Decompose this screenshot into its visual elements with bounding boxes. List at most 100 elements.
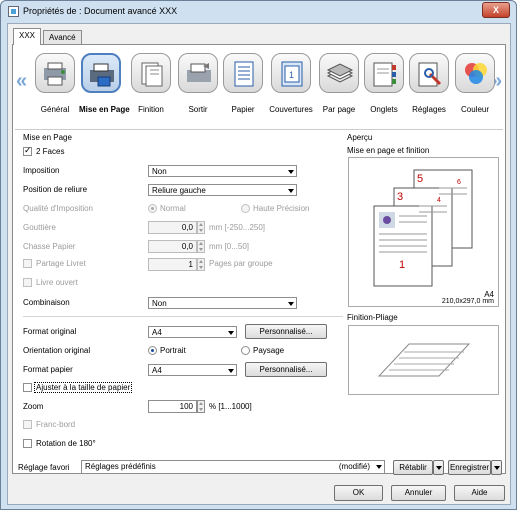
category-per-page[interactable]: Par page: [317, 53, 361, 125]
rotate-label: Rotation de 180°: [36, 439, 96, 448]
category-layout[interactable]: Mise en Page: [79, 53, 130, 125]
paper-icon: [234, 61, 254, 87]
rotate-checkbox[interactable]: [23, 439, 32, 448]
split-booklet-checkbox[interactable]: [23, 259, 32, 268]
zoom-input[interactable]: 100: [148, 400, 197, 413]
split-booklet-unit: Pages par groupe: [209, 259, 273, 268]
quality-high-radio[interactable]: [241, 204, 250, 213]
zoom-unit: % [1...1000]: [209, 402, 252, 411]
category-label: Papier: [231, 105, 255, 114]
layout-icon: [90, 63, 114, 87]
properties-window: Propriétés de : Document avancé XXX X XX…: [0, 0, 517, 510]
fit-to-paper-checkbox[interactable]: [23, 383, 32, 392]
category-general[interactable]: Général: [33, 53, 77, 125]
category-covers[interactable]: 1 Couvertures: [269, 53, 313, 125]
gutter-label: Gouttière: [23, 223, 56, 232]
svg-text:1: 1: [289, 70, 294, 80]
svg-text:5: 5: [417, 173, 423, 185]
landscape-radio[interactable]: [241, 346, 250, 355]
gutter-spinner[interactable]: [197, 221, 205, 234]
tab-xxx[interactable]: XXX: [13, 28, 42, 45]
gutter-input[interactable]: 0,0: [148, 221, 197, 234]
svg-text:3: 3: [397, 191, 403, 203]
booklet-preview-icon: 5 6 3 4 1: [373, 169, 473, 287]
binding-label: Position de reliure: [23, 185, 88, 194]
cancel-button[interactable]: Annuler: [391, 485, 446, 501]
original-size-select[interactable]: A4: [148, 326, 237, 338]
tabs-icon: [373, 62, 396, 87]
combination-select[interactable]: Non: [148, 297, 297, 309]
dialog-body: XXX Avancé « » Général Mise en Page Fini…: [7, 23, 511, 505]
category-label: Par page: [322, 105, 356, 114]
settings-icon: [418, 62, 442, 87]
restore-button[interactable]: Rétablir: [393, 460, 433, 475]
imposition-select[interactable]: Non: [148, 165, 297, 177]
category-finishing[interactable]: Finition: [129, 53, 173, 125]
save-favorite-button[interactable]: Enregistrer: [448, 460, 491, 475]
finishing-icon: [141, 62, 163, 87]
restore-dropdown-button[interactable]: [433, 460, 444, 475]
category-label: Général: [40, 105, 70, 114]
quality-high-label: Haute Précision: [253, 204, 310, 213]
category-output[interactable]: Sortir: [176, 53, 220, 125]
binding-select[interactable]: Reliure gauche: [148, 184, 297, 196]
creep-unit: mm [0...50]: [209, 242, 250, 251]
color-icon: [465, 63, 487, 84]
category-paper[interactable]: Papier: [221, 53, 265, 125]
save-dropdown-button[interactable]: [491, 460, 502, 475]
chevron-down-icon: [288, 189, 294, 193]
chevron-down-icon: [376, 465, 382, 469]
help-button[interactable]: Aide: [454, 485, 505, 501]
gutter-unit: mm [-250...250]: [209, 223, 266, 232]
svg-text:1: 1: [399, 259, 405, 271]
two-sided-checkbox[interactable]: [23, 145, 32, 156]
portrait-radio[interactable]: [148, 346, 157, 355]
split-booklet-label: Partage Livret: [36, 259, 86, 268]
per-page-icon: [326, 63, 354, 83]
two-sided-label: 2 Faces: [36, 147, 65, 156]
paper-size-select[interactable]: A4: [148, 364, 237, 376]
split-booklet-spinner[interactable]: [197, 258, 205, 271]
general-icon: [44, 62, 66, 86]
custom-original-size-button[interactable]: Personnalisé...: [245, 324, 327, 339]
favorites-label: Réglage favori: [18, 463, 70, 472]
imposition-label: Imposition: [23, 166, 60, 175]
category-tabs[interactable]: Onglets: [362, 53, 406, 125]
fit-to-paper-label: Ajuster à la taille de papier: [34, 382, 133, 393]
layout-section-title: Mise en Page: [23, 133, 72, 142]
category-settings[interactable]: Réglages: [407, 53, 451, 125]
close-button[interactable]: X: [482, 2, 510, 18]
window-title: Propriétés de : Document avancé XXX: [23, 6, 178, 16]
quality-normal-radio[interactable]: [148, 204, 157, 213]
paper-size-label: Format papier: [23, 365, 73, 374]
category-color[interactable]: Couleur: [453, 53, 497, 125]
creep-input[interactable]: 0,0: [148, 240, 197, 253]
orientation-label: Orientation original: [23, 346, 91, 355]
landscape-label: Paysage: [253, 346, 285, 355]
split-booklet-input[interactable]: 1: [148, 258, 197, 271]
title-bar[interactable]: Propriétés de : Document avancé XXX X: [1, 1, 516, 23]
custom-paper-size-button[interactable]: Personnalisé...: [245, 362, 327, 377]
category-label: Couvertures: [269, 105, 313, 114]
tab-avance[interactable]: Avancé: [43, 30, 82, 45]
scroll-left-icon[interactable]: «: [16, 70, 27, 93]
category-label: Couleur: [460, 105, 489, 114]
output-icon: [187, 63, 211, 82]
favorites-select[interactable]: Réglages prédéfinis (modifié): [81, 460, 385, 474]
fold-preview: [348, 325, 499, 395]
open-book-checkbox[interactable]: [23, 278, 32, 287]
chevron-down-icon: [228, 369, 234, 373]
category-bar: « » Général Mise en Page Finition Sortir: [13, 45, 505, 129]
tab-pane: « » Général Mise en Page Finition Sortir: [12, 44, 506, 474]
zoom-label: Zoom: [23, 402, 44, 411]
full-bleed-label: Franc-bord: [36, 420, 76, 429]
category-label: Mise en Page: [79, 105, 130, 114]
category-label: Réglages: [412, 105, 446, 114]
zoom-spinner[interactable]: [197, 400, 205, 413]
chevron-down-icon: [288, 170, 294, 174]
printer-icon: [8, 6, 19, 17]
ok-button[interactable]: OK: [334, 485, 383, 501]
creep-spinner[interactable]: [197, 240, 205, 253]
full-bleed-checkbox[interactable]: [23, 420, 32, 429]
svg-text:6: 6: [457, 179, 461, 186]
